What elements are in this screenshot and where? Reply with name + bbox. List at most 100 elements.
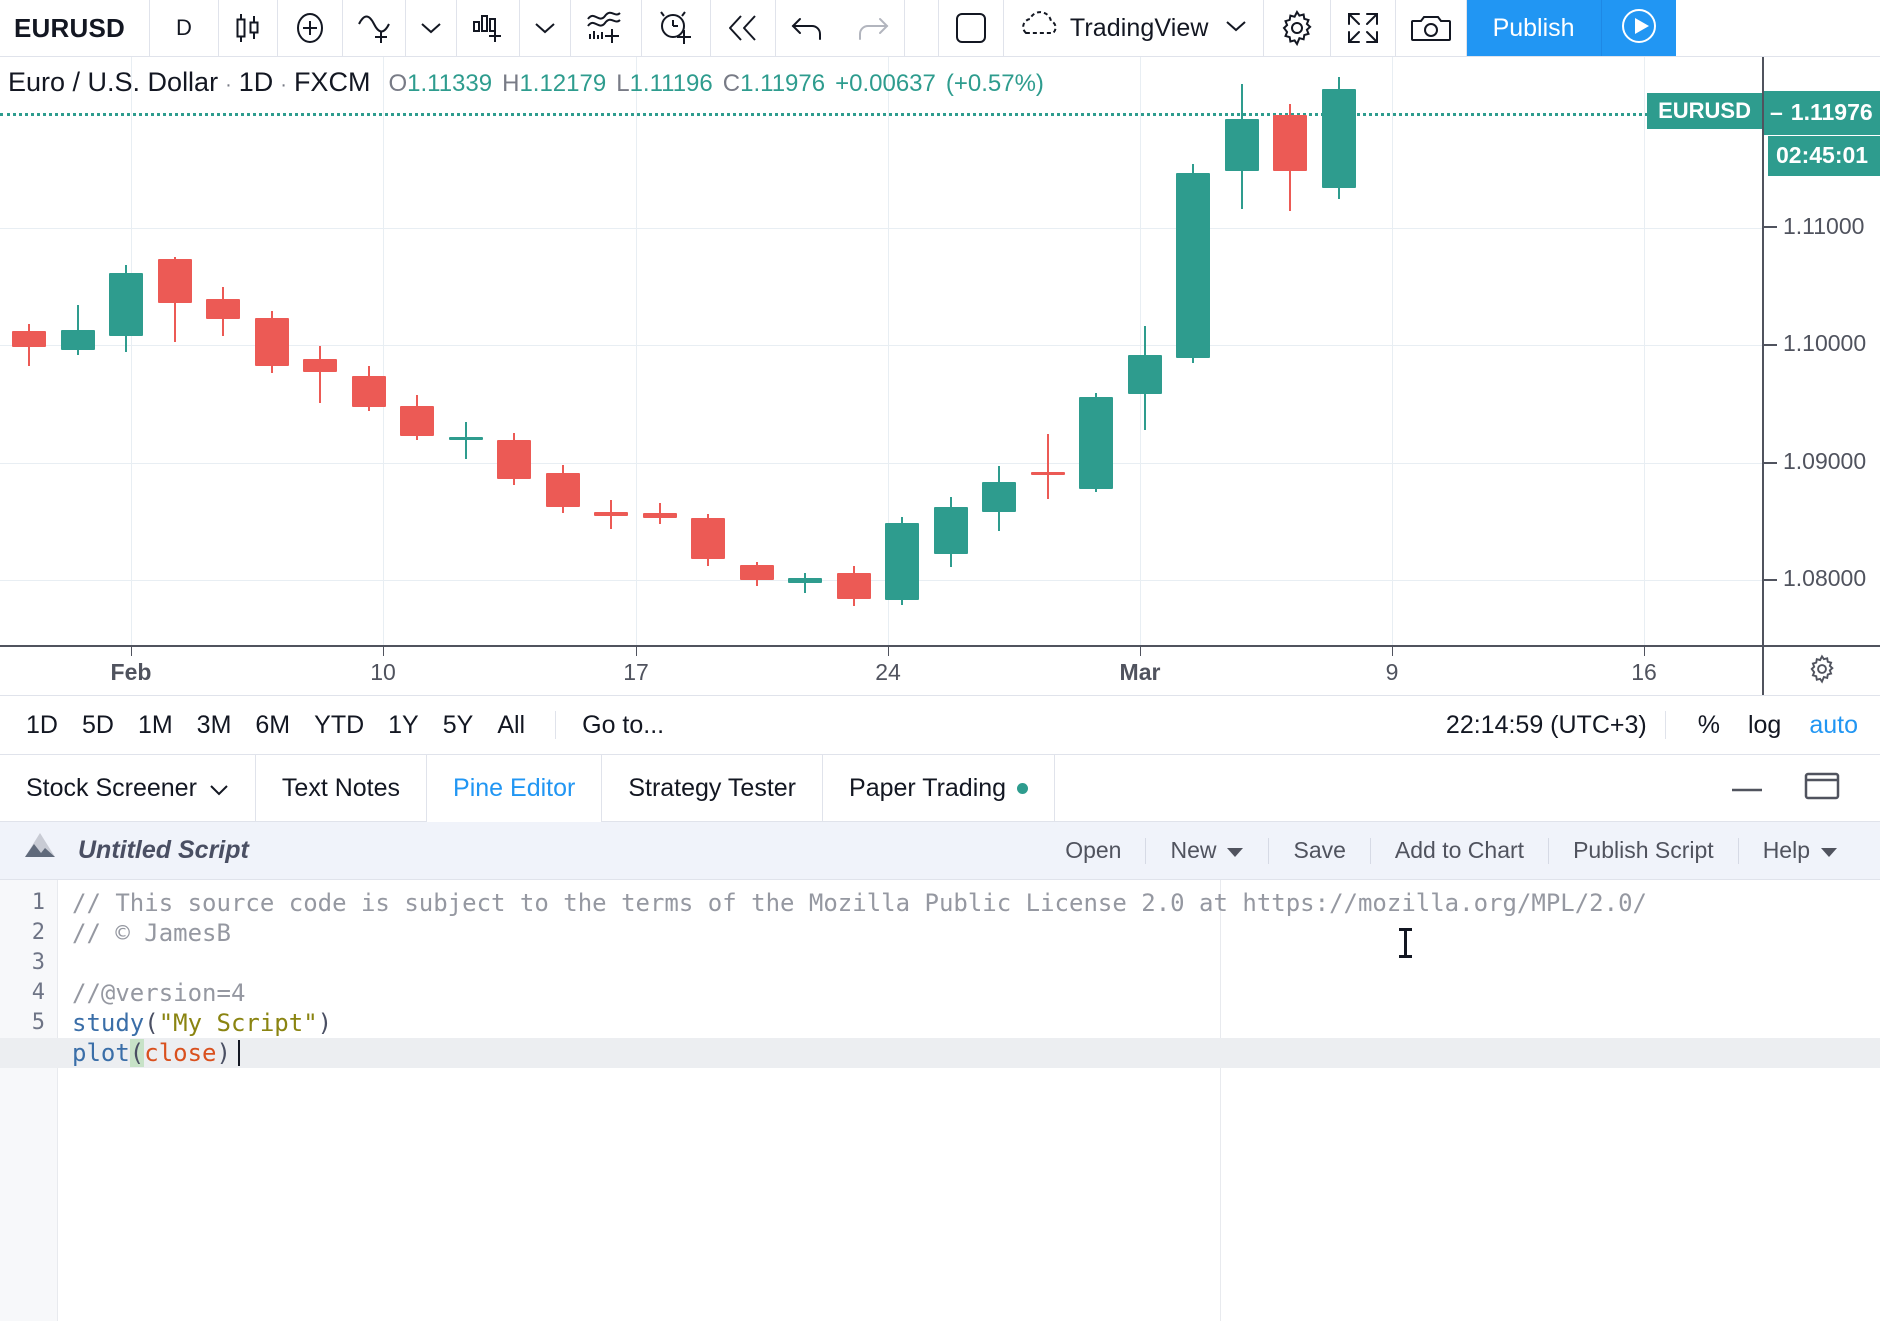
publish-button[interactable]: Publish bbox=[1466, 0, 1602, 56]
layout-button[interactable] bbox=[939, 0, 1004, 56]
time-scale[interactable]: Feb 10 17 24 Mar 9 16 bbox=[0, 645, 1762, 695]
minimize-panel-button[interactable] bbox=[1710, 779, 1784, 798]
code-line-4[interactable]: //@version=4 bbox=[72, 978, 1880, 1008]
code-line-3[interactable] bbox=[72, 948, 1880, 978]
chart-type-button[interactable] bbox=[219, 0, 278, 56]
range-button-1d[interactable]: 1D bbox=[14, 711, 70, 740]
pine-action-new[interactable]: New bbox=[1146, 837, 1268, 864]
time-tick bbox=[1392, 647, 1393, 656]
play-button[interactable] bbox=[1601, 0, 1676, 56]
price-line-symbol-badge: EURUSD bbox=[1647, 92, 1762, 129]
undo-button[interactable] bbox=[776, 0, 840, 56]
interval-button[interactable]: D bbox=[150, 0, 219, 56]
redo-button[interactable] bbox=[840, 0, 905, 56]
range-button-ytd[interactable]: YTD bbox=[302, 711, 376, 740]
candle bbox=[157, 57, 192, 645]
go-to-date-button[interactable]: Go to... bbox=[574, 711, 672, 740]
script-name-label[interactable]: Untitled Script bbox=[78, 836, 249, 865]
chevron-down-icon bbox=[420, 21, 442, 35]
alert-button[interactable] bbox=[642, 0, 711, 56]
log-scale-button[interactable]: log bbox=[1734, 711, 1795, 740]
tab-stock-screener[interactable]: Stock Screener bbox=[0, 755, 256, 821]
code-editor[interactable]: 123456 // This source code is subject to… bbox=[0, 880, 1880, 1321]
badge-dash: – bbox=[1770, 99, 1783, 126]
code-function: study bbox=[72, 1009, 145, 1037]
code-text: // © JamesB bbox=[72, 919, 231, 947]
chevron-down-icon bbox=[534, 21, 556, 35]
candle bbox=[448, 57, 483, 645]
grid-line-vertical bbox=[1644, 57, 1645, 645]
auto-scale-button[interactable]: auto bbox=[1795, 711, 1866, 740]
replay-button[interactable] bbox=[711, 0, 776, 56]
pine-action-add-to-chart[interactable]: Add to Chart bbox=[1371, 837, 1548, 864]
range-button-6m[interactable]: 6M bbox=[243, 711, 302, 740]
tab-paper-trading[interactable]: Paper Trading bbox=[823, 755, 1056, 821]
candle bbox=[254, 57, 289, 645]
range-button-1m[interactable]: 1M bbox=[126, 711, 185, 740]
pine-action-label: Add to Chart bbox=[1394, 837, 1525, 863]
time-tick-label: 16 bbox=[1631, 659, 1657, 685]
code-line-2[interactable]: // © JamesB bbox=[72, 918, 1880, 948]
pine-action-publish-script[interactable]: Publish Script bbox=[1549, 837, 1738, 864]
chevron-down-icon bbox=[209, 774, 229, 803]
maximize-panel-button[interactable] bbox=[1784, 771, 1860, 806]
indicators-menu-button[interactable] bbox=[406, 0, 457, 56]
candle bbox=[788, 57, 823, 645]
candle-body bbox=[885, 522, 920, 601]
alarm-clock-add-icon bbox=[656, 9, 696, 47]
top-toolbar: EURUSD D TradingView Publish bbox=[0, 0, 1880, 57]
price-scale[interactable]: 1.11000 1.10000 1.09000 1.08000–1.11976 02:4… bbox=[1762, 57, 1880, 645]
candle bbox=[594, 57, 629, 645]
layout-single-pane-icon bbox=[953, 10, 989, 46]
tab-text-notes[interactable]: Text Notes bbox=[256, 755, 428, 821]
financials-menu-button[interactable] bbox=[520, 0, 571, 56]
candlestick-plot[interactable] bbox=[0, 57, 1762, 645]
compare-button[interactable] bbox=[278, 0, 343, 56]
code-line-5[interactable]: study("My Script") bbox=[72, 1008, 1880, 1038]
price-tick: 1.08000 bbox=[1764, 565, 1880, 592]
text-caret bbox=[238, 1040, 240, 1066]
replay-rewind-icon bbox=[725, 13, 761, 43]
code-line-1[interactable]: // This source code is subject to the te… bbox=[72, 888, 1880, 918]
range-button-5y[interactable]: 5Y bbox=[431, 711, 486, 740]
code-paren-open: ( bbox=[144, 1009, 159, 1037]
grid-line-vertical bbox=[636, 57, 637, 645]
chart-area[interactable]: Euro / U.S. Dollar · 1D · FXCM O1.11339 H… bbox=[0, 57, 1880, 695]
range-button-1y[interactable]: 1Y bbox=[376, 711, 431, 740]
pine-editor-toolbar: Untitled Script Open New Save Add to Chart P… bbox=[0, 822, 1880, 880]
candle bbox=[642, 57, 677, 645]
financials-button[interactable] bbox=[457, 0, 520, 56]
pine-action-help[interactable]: Help bbox=[1739, 837, 1862, 864]
tab-strategy-tester[interactable]: Strategy Tester bbox=[602, 755, 824, 821]
snapshot-button[interactable] bbox=[1396, 0, 1467, 56]
chart-settings-button[interactable] bbox=[1264, 0, 1331, 56]
range-button-5d[interactable]: 5D bbox=[70, 711, 126, 740]
candle bbox=[836, 57, 871, 645]
candle bbox=[885, 57, 920, 645]
range-button-all[interactable]: All bbox=[485, 711, 537, 740]
chart-properties-button[interactable] bbox=[1762, 645, 1880, 695]
strategy-template-icon bbox=[585, 9, 627, 47]
publish-label: Publish bbox=[1492, 13, 1575, 42]
percent-scale-button[interactable]: % bbox=[1684, 711, 1734, 740]
tab-pine-editor[interactable]: Pine Editor bbox=[427, 755, 603, 822]
price-tick-label: 1.09000 bbox=[1783, 447, 1867, 474]
code-string: "My Script" bbox=[158, 1009, 318, 1037]
pine-action-open[interactable]: Open bbox=[1041, 837, 1145, 864]
workspace-menu-button[interactable]: TradingView bbox=[1004, 0, 1264, 56]
play-circle-icon bbox=[1617, 4, 1661, 53]
pine-action-save[interactable]: Save bbox=[1269, 837, 1369, 864]
candle-body bbox=[60, 329, 95, 350]
fullscreen-button[interactable] bbox=[1331, 0, 1396, 56]
indicators-button[interactable] bbox=[343, 0, 406, 56]
candle-body bbox=[351, 375, 386, 408]
code-line-6[interactable]: plot(close) bbox=[0, 1038, 1880, 1068]
code-text: // This source code is subject to the te… bbox=[72, 889, 1647, 917]
pine-editor-actions: Open New Save Add to Chart Publish Script Hel… bbox=[1041, 837, 1862, 864]
line-number: 5 bbox=[31, 1010, 45, 1035]
templates-button[interactable] bbox=[571, 0, 642, 56]
financials-bar-icon bbox=[471, 11, 513, 45]
range-button-3m[interactable]: 3M bbox=[185, 711, 244, 740]
symbol-search-button[interactable]: EURUSD bbox=[0, 0, 150, 56]
candle-body bbox=[691, 517, 726, 560]
